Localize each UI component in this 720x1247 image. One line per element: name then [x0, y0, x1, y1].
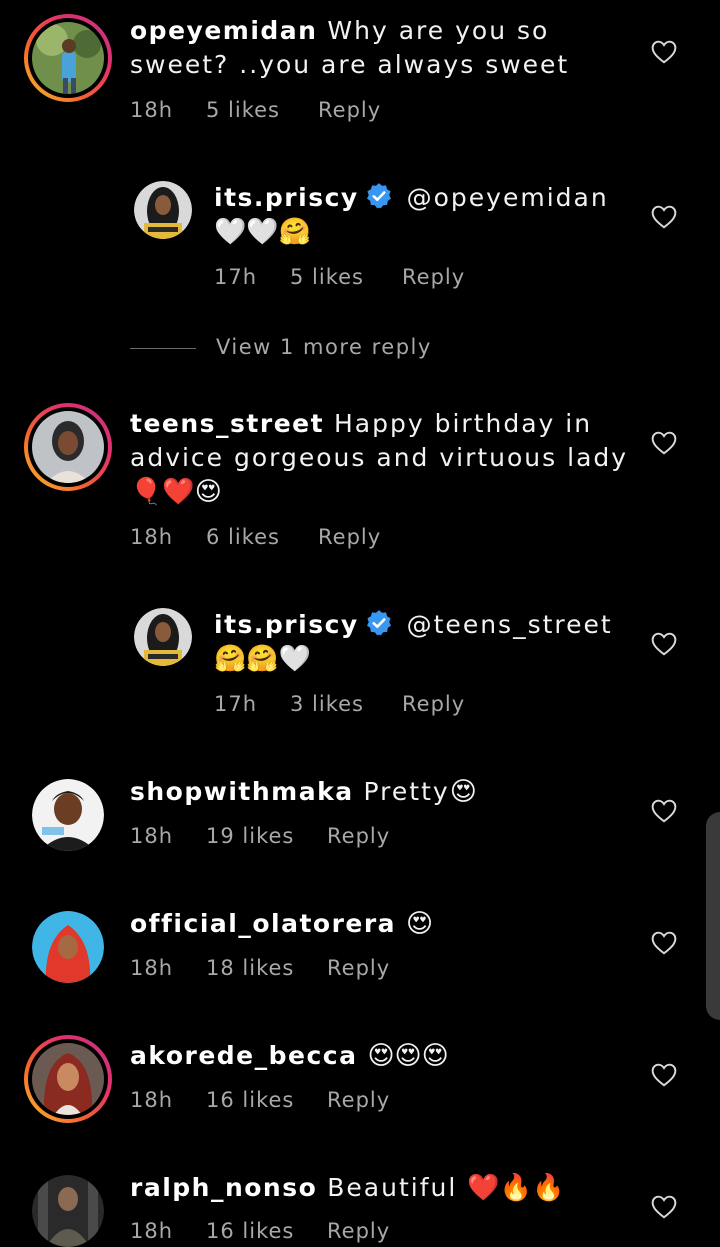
- likes-count[interactable]: 5 likes: [290, 265, 402, 289]
- comment-body: its.priscy @teens_street 🤗🤗🤍: [214, 608, 624, 676]
- avatar-opeyemidan: [32, 22, 104, 94]
- avatar-image: [32, 1043, 104, 1115]
- reply-button[interactable]: Reply: [327, 1088, 390, 1112]
- comment-meta: 17h 3 likes Reply: [214, 692, 465, 716]
- comment-text: @teens_street: [396, 610, 613, 639]
- comment-meta: 18h 5 likes Reply: [130, 98, 381, 122]
- likes-count[interactable]: 18 likes: [206, 956, 327, 980]
- comment-body: official_olatorera 😍: [130, 907, 630, 941]
- comment-meta: 18h 16 likes Reply: [130, 1219, 390, 1243]
- comment-emoji: 🎈❤️😍: [130, 477, 222, 507]
- comment-text: Pretty: [353, 777, 450, 806]
- avatar-its-priscy[interactable]: [134, 181, 192, 239]
- verified-badge-icon: [366, 183, 391, 209]
- username[interactable]: ralph_nonso: [130, 1173, 317, 1202]
- avatar-shopwithmaka[interactable]: [32, 779, 104, 851]
- like-heart-icon[interactable]: [651, 205, 677, 229]
- timestamp: 18h: [130, 98, 174, 122]
- comment-emoji: 😍: [449, 777, 477, 807]
- avatar-image: [32, 779, 104, 851]
- likes-count[interactable]: 19 likes: [206, 824, 327, 848]
- username[interactable]: shopwithmaka: [130, 777, 354, 806]
- likes-count[interactable]: 5 likes: [206, 98, 318, 122]
- avatar-official-olatorera[interactable]: [32, 911, 104, 983]
- comment-body: akorede_becca 😍😍😍: [130, 1039, 630, 1073]
- comment-emoji: ❤️🔥🔥: [467, 1173, 565, 1203]
- avatar-story-ring[interactable]: [24, 1035, 112, 1123]
- like-heart-icon[interactable]: [651, 799, 677, 823]
- avatar-akorede-becca: [32, 1043, 104, 1115]
- reply-button[interactable]: Reply: [318, 525, 381, 549]
- avatar-image: [32, 911, 104, 983]
- username[interactable]: teens_street: [130, 409, 324, 438]
- comment-emoji: 😍😍😍: [367, 1041, 449, 1071]
- like-heart-icon[interactable]: [651, 431, 677, 455]
- likes-count[interactable]: 16 likes: [206, 1088, 327, 1112]
- reply-button[interactable]: Reply: [402, 265, 465, 289]
- avatar-ralph-nonso[interactable]: [32, 1175, 104, 1247]
- likes-count[interactable]: 3 likes: [290, 692, 402, 716]
- comment-text: [396, 909, 406, 938]
- username[interactable]: its.priscy: [214, 183, 359, 212]
- comment-body: shopwithmaka Pretty😍: [130, 775, 630, 809]
- comment-text: Beautiful: [317, 1173, 468, 1202]
- like-heart-icon[interactable]: [651, 931, 677, 955]
- reply-button[interactable]: Reply: [318, 98, 381, 122]
- timestamp: 18h: [130, 956, 174, 980]
- avatar-image: [32, 411, 104, 483]
- timestamp: 18h: [130, 525, 174, 549]
- avatar-image: [134, 181, 192, 239]
- avatar-its-priscy[interactable]: [134, 608, 192, 666]
- avatar-story-ring[interactable]: [24, 14, 112, 102]
- like-heart-icon[interactable]: [651, 632, 677, 656]
- username[interactable]: its.priscy: [214, 610, 359, 639]
- comment-emoji: 🤗🤗🤍: [214, 644, 312, 674]
- comments-feed: opeyemidan Why are you so sweet? ..you a…: [0, 0, 720, 1247]
- avatar-teens-street: [32, 411, 104, 483]
- comment-text: [358, 1041, 368, 1070]
- comment-body: ralph_nonso Beautiful ❤️🔥🔥: [130, 1171, 630, 1205]
- avatar-image: [32, 22, 104, 94]
- avatar-image: [134, 608, 192, 666]
- comment-meta: 18h 19 likes Reply: [130, 824, 390, 848]
- like-heart-icon[interactable]: [651, 1063, 677, 1087]
- comment-meta: 18h 16 likes Reply: [130, 1088, 390, 1112]
- like-heart-icon[interactable]: [651, 1195, 677, 1219]
- comment-meta: 18h 6 likes Reply: [130, 525, 381, 549]
- timestamp: 18h: [130, 1088, 174, 1112]
- timestamp: 18h: [130, 1219, 174, 1243]
- comment-body: its.priscy @opeyemidan 🤍🤍🤗: [214, 181, 624, 249]
- comment-emoji: 😍: [406, 909, 434, 939]
- avatar-image: [32, 1175, 104, 1247]
- timestamp: 17h: [214, 692, 258, 716]
- like-heart-icon[interactable]: [651, 40, 677, 64]
- reply-button[interactable]: Reply: [327, 956, 390, 980]
- timestamp: 18h: [130, 824, 174, 848]
- divider-line: [130, 347, 196, 349]
- comment-emoji: 🤍🤍🤗: [214, 217, 312, 247]
- comment-text: @opeyemidan: [396, 183, 609, 212]
- verified-badge-icon: [366, 610, 391, 636]
- timestamp: 17h: [214, 265, 258, 289]
- comment-meta: 17h 5 likes Reply: [214, 265, 465, 289]
- username[interactable]: official_olatorera: [130, 909, 396, 938]
- reply-button[interactable]: Reply: [327, 824, 390, 848]
- edge-panel-handle[interactable]: [706, 812, 720, 1020]
- comment-meta: 18h 18 likes Reply: [130, 956, 390, 980]
- view-more-replies[interactable]: View 1 more reply: [130, 335, 432, 365]
- view-more-label[interactable]: View 1 more reply: [216, 335, 432, 359]
- likes-count[interactable]: 6 likes: [206, 525, 318, 549]
- username[interactable]: opeyemidan: [130, 16, 317, 45]
- reply-button[interactable]: Reply: [402, 692, 465, 716]
- reply-button[interactable]: Reply: [327, 1219, 390, 1243]
- username[interactable]: akorede_becca: [130, 1041, 358, 1070]
- comment-body: opeyemidan Why are you so sweet? ..you a…: [130, 14, 630, 82]
- likes-count[interactable]: 16 likes: [206, 1219, 327, 1243]
- avatar-story-ring[interactable]: [24, 403, 112, 491]
- comment-body: teens_street Happy birthday in advice go…: [130, 407, 630, 509]
